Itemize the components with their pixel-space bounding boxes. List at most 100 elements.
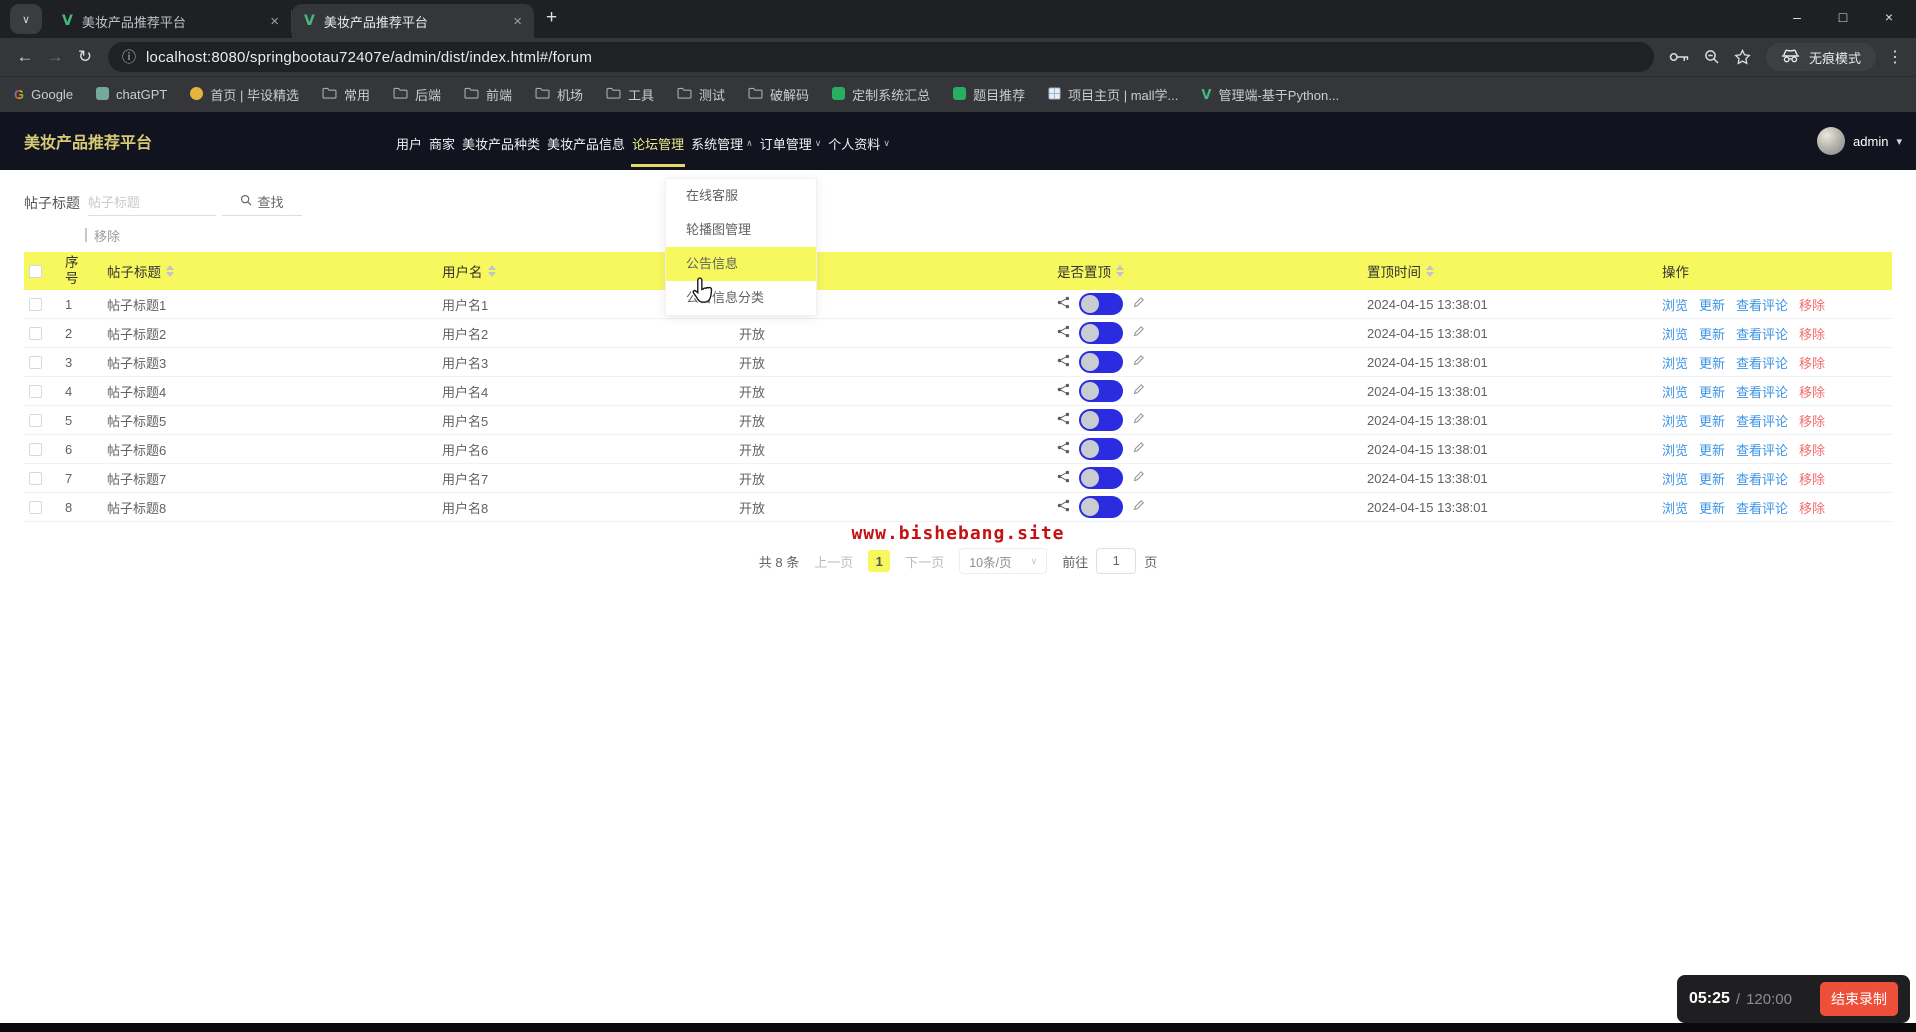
action-view[interactable]: 浏览 xyxy=(1662,440,1688,459)
bookmark-item[interactable]: G Google xyxy=(14,87,73,102)
stop-recording-button[interactable]: 结束录制 xyxy=(1820,982,1898,1016)
pin-toggle[interactable] xyxy=(1079,438,1123,460)
row-checkbox[interactable] xyxy=(29,326,42,340)
select-all-checkbox[interactable] xyxy=(29,264,42,278)
bookmark-item[interactable]: V 管理端-基于Python... xyxy=(1201,85,1339,104)
row-checkbox[interactable] xyxy=(29,500,42,514)
action-view[interactable]: 浏览 xyxy=(1662,353,1688,372)
action-remove[interactable]: 移除 xyxy=(1799,382,1825,401)
forward-icon[interactable]: → xyxy=(40,47,70,67)
pin-toggle[interactable] xyxy=(1079,322,1123,344)
row-checkbox[interactable] xyxy=(29,413,42,427)
pin-toggle[interactable] xyxy=(1079,380,1123,402)
action-update[interactable]: 更新 xyxy=(1699,353,1725,372)
edit-icon[interactable] xyxy=(1132,296,1145,312)
browser-tab-2-active[interactable]: V 美妆产品推荐平台 × xyxy=(292,4,534,38)
action-update[interactable]: 更新 xyxy=(1699,382,1725,401)
edit-icon[interactable] xyxy=(1132,354,1145,370)
nav-item-0[interactable]: 用户 xyxy=(395,123,423,167)
action-remove[interactable]: 移除 xyxy=(1799,498,1825,517)
tab-search-button[interactable]: ∨ xyxy=(10,4,42,34)
pin-toggle[interactable] xyxy=(1079,409,1123,431)
action-update[interactable]: 更新 xyxy=(1699,498,1725,517)
site-info-icon[interactable]: ⓘ xyxy=(122,47,136,67)
action-remove[interactable]: 移除 xyxy=(1799,353,1825,372)
bookmark-item[interactable]: 题目推荐 xyxy=(953,85,1025,104)
window-minimize-icon[interactable]: – xyxy=(1774,9,1820,25)
bookmark-item[interactable]: 定制系统汇总 xyxy=(832,85,930,104)
sort-icon[interactable] xyxy=(1116,265,1124,277)
browser-tab-1[interactable]: V 美妆产品推荐平台 × xyxy=(50,9,292,33)
bookmark-item[interactable]: 机场 xyxy=(535,85,583,104)
bookmark-item[interactable]: 破解码 xyxy=(748,85,809,104)
pin-toggle[interactable] xyxy=(1079,351,1123,373)
edit-icon[interactable] xyxy=(1132,470,1145,486)
action-view[interactable]: 浏览 xyxy=(1662,382,1688,401)
browser-menu-icon[interactable]: ⋮ xyxy=(1884,47,1906,67)
bookmark-item[interactable]: 前端 xyxy=(464,85,512,104)
action-update[interactable]: 更新 xyxy=(1699,295,1725,314)
action-remove[interactable]: 移除 xyxy=(1799,295,1825,314)
bookmark-item[interactable]: 首页 | 毕设精选 xyxy=(190,85,299,104)
dropdown-item-1[interactable]: 轮播图管理 xyxy=(666,213,816,247)
edit-icon[interactable] xyxy=(1132,441,1145,457)
nav-item-4[interactable]: 论坛管理 xyxy=(631,123,686,167)
share-icon[interactable] xyxy=(1057,470,1070,486)
row-checkbox[interactable] xyxy=(29,442,42,456)
action-update[interactable]: 更新 xyxy=(1699,411,1725,430)
edit-icon[interactable] xyxy=(1132,412,1145,428)
share-icon[interactable] xyxy=(1057,499,1070,515)
row-checkbox[interactable] xyxy=(29,297,42,311)
search-button[interactable]: 查找 xyxy=(222,188,302,216)
pin-toggle[interactable] xyxy=(1079,496,1123,518)
nav-item-5[interactable]: 系统管理 ∧ xyxy=(690,123,754,167)
share-icon[interactable] xyxy=(1057,325,1070,341)
user-menu[interactable]: admin ▾ xyxy=(1817,127,1902,155)
address-bar[interactable]: ⓘ localhost:8080/springbootau72407e/admi… xyxy=(108,42,1654,72)
row-checkbox[interactable] xyxy=(29,355,42,369)
header-post-title[interactable]: 帖子标题 xyxy=(107,261,442,281)
action-view[interactable]: 浏览 xyxy=(1662,324,1688,343)
header-pin[interactable]: 是否置顶 xyxy=(1057,261,1367,281)
bookmark-item[interactable]: 工具 xyxy=(606,85,654,104)
prev-page-button[interactable]: 上一页 xyxy=(814,552,853,571)
pin-toggle[interactable] xyxy=(1079,293,1123,315)
window-close-icon[interactable]: × xyxy=(1866,9,1912,25)
bulk-remove-button[interactable]: 移除 xyxy=(85,224,1916,246)
action-comments[interactable]: 查看评论 xyxy=(1736,382,1788,401)
current-page[interactable]: 1 xyxy=(868,550,891,572)
action-remove[interactable]: 移除 xyxy=(1799,440,1825,459)
action-comments[interactable]: 查看评论 xyxy=(1736,469,1788,488)
nav-item-2[interactable]: 美妆产品种类 xyxy=(461,123,541,167)
page-size-select[interactable]: 10条/页 ∨ xyxy=(959,548,1048,574)
action-view[interactable]: 浏览 xyxy=(1662,469,1688,488)
sort-icon[interactable] xyxy=(1426,265,1434,277)
dropdown-item-2[interactable]: 公告信息 xyxy=(666,247,816,281)
bookmark-item[interactable]: 项目主页 | mall学... xyxy=(1048,85,1178,104)
pin-toggle[interactable] xyxy=(1079,467,1123,489)
action-comments[interactable]: 查看评论 xyxy=(1736,498,1788,517)
back-icon[interactable]: ← xyxy=(10,47,40,67)
share-icon[interactable] xyxy=(1057,296,1070,312)
goto-page-input[interactable]: 1 xyxy=(1096,548,1137,574)
search-input[interactable]: 帖子标题 xyxy=(88,188,216,216)
share-icon[interactable] xyxy=(1057,441,1070,457)
reload-icon[interactable]: ↻ xyxy=(70,47,100,67)
sort-icon[interactable] xyxy=(166,265,174,277)
action-comments[interactable]: 查看评论 xyxy=(1736,411,1788,430)
new-tab-button[interactable]: + xyxy=(546,7,557,29)
action-remove[interactable]: 移除 xyxy=(1799,411,1825,430)
nav-item-7[interactable]: 个人资料 ∨ xyxy=(827,123,891,167)
edit-icon[interactable] xyxy=(1132,325,1145,341)
tab-close-icon[interactable]: × xyxy=(513,13,522,30)
action-comments[interactable]: 查看评论 xyxy=(1736,440,1788,459)
action-update[interactable]: 更新 xyxy=(1699,469,1725,488)
sort-icon[interactable] xyxy=(487,265,496,277)
edit-icon[interactable] xyxy=(1132,383,1145,399)
bookmark-star-icon[interactable] xyxy=(1734,48,1751,66)
action-comments[interactable]: 查看评论 xyxy=(1736,295,1788,314)
action-view[interactable]: 浏览 xyxy=(1662,295,1688,314)
edit-icon[interactable] xyxy=(1132,499,1145,515)
row-checkbox[interactable] xyxy=(29,384,42,398)
nav-item-6[interactable]: 订单管理 ∨ xyxy=(759,123,823,167)
